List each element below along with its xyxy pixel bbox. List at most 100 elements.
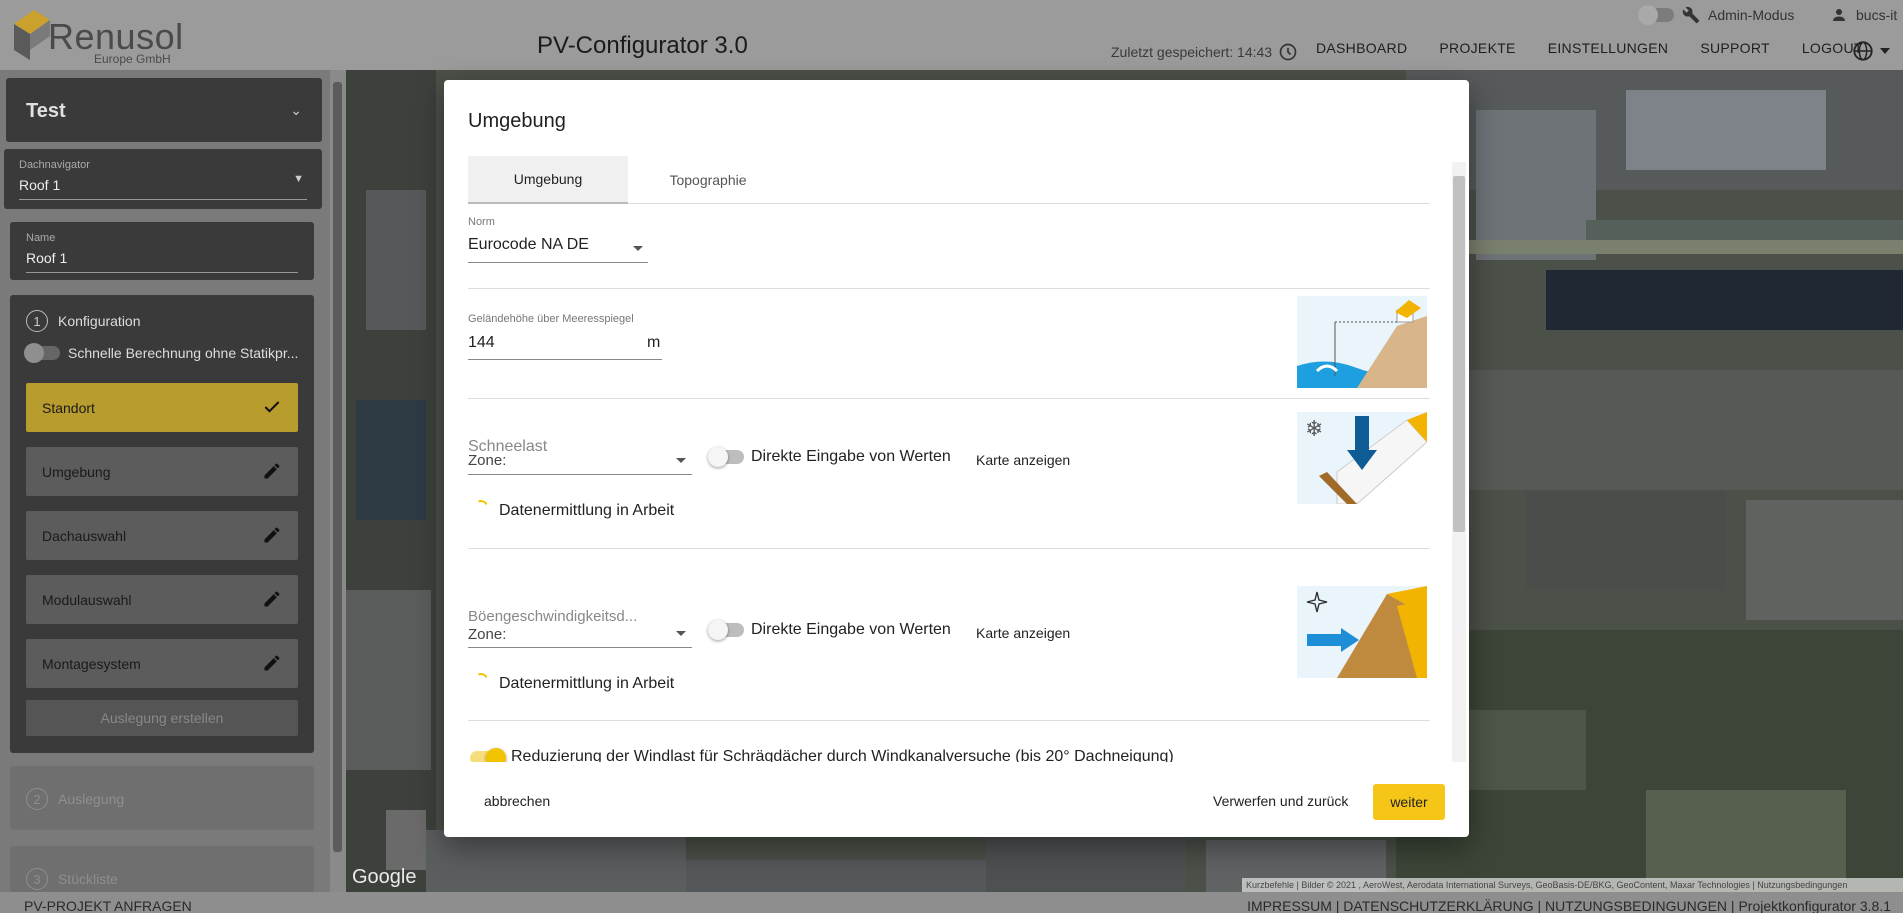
name-value: Roof 1 <box>26 250 68 266</box>
last-saved: Zuletzt gespeichert: 14:43 <box>1111 42 1298 62</box>
nav-support[interactable]: SUPPORT <box>1700 40 1770 56</box>
norm-value[interactable]: Eurocode NA DE <box>468 236 589 254</box>
field-underline <box>19 199 307 200</box>
gust-show-map-button[interactable]: Karte anzeigen <box>976 625 1070 641</box>
elevation-illustration <box>1297 296 1427 388</box>
sidebar-scroll-thumb[interactable] <box>333 82 342 852</box>
pencil-icon <box>264 527 280 543</box>
sidebar-item-umgebung[interactable]: Umgebung <box>26 447 298 496</box>
name-label: Name <box>26 232 56 244</box>
dropdown-arrow-icon[interactable] <box>676 458 686 463</box>
field-underline <box>26 272 298 273</box>
step-label: Auslegung <box>58 791 125 807</box>
step-configuration: 1 Konfiguration Schnelle Berechnung ohne… <box>10 295 314 753</box>
section-divider <box>468 398 1430 399</box>
snow-direct-input-label: Direkte Eingabe von Werten <box>751 448 951 465</box>
sidebar-item-label: Dachauswahl <box>42 527 127 544</box>
section-divider <box>468 288 1430 289</box>
gust-zone-select[interactable]: Zone: <box>468 626 506 643</box>
step-stueckliste[interactable]: 3 Stückliste <box>10 846 314 892</box>
sidebar-item-montagesystem[interactable]: Montagesystem <box>26 639 298 688</box>
project-selector[interactable]: Test ⌄ <box>6 78 322 142</box>
pencil-icon <box>264 463 280 479</box>
elevation-input[interactable]: 144 <box>468 334 495 352</box>
nav-einstellungen[interactable]: EINSTELLUNGEN <box>1548 40 1669 56</box>
wind-reduction-label: Reduzierung der Windlast für Schrägdäche… <box>511 748 1174 762</box>
user-menu[interactable]: bucs-it <box>1830 4 1897 26</box>
last-saved-text: Zuletzt gespeichert: 14:43 <box>1111 44 1273 60</box>
dropdown-arrow-icon: ▼ <box>293 173 304 185</box>
gust-speed-label: Böengeschwindigkeitsd... <box>468 608 638 625</box>
section-divider <box>468 548 1430 549</box>
admin-switch[interactable] <box>1638 5 1674 25</box>
sidebar-item-dachauswahl[interactable]: Dachauswahl <box>26 511 298 560</box>
step-header: 3 Stückliste <box>26 868 118 890</box>
roof-name-field[interactable]: Name Roof 1 <box>10 222 314 280</box>
map-attribution: Kurzbefehle | Bilder © 2021 , AeroWest, … <box>1242 878 1903 892</box>
app-header: Renusol Europe GmbH PV-Configurator 3.0 … <box>0 0 1903 70</box>
dropdown-arrow-icon[interactable] <box>676 631 686 636</box>
step-label: Konfiguration <box>58 313 141 329</box>
snow-loading-text: Datenermittlung in Arbeit <box>499 502 675 519</box>
cancel-button[interactable]: abbrechen <box>484 793 550 809</box>
wind-reduction-switch[interactable] <box>470 748 506 762</box>
chevron-down-icon <box>1880 48 1890 54</box>
snow-zone-select[interactable]: Zone: <box>468 452 506 469</box>
roof-navigator-select[interactable]: Dachnavigator Roof 1 ▼ <box>4 149 322 209</box>
section-divider <box>468 720 1430 721</box>
quick-calc-toggle[interactable]: Schnelle Berechnung ohne Statikpr... <box>24 343 299 363</box>
step-number: 3 <box>26 868 48 890</box>
admin-mode-toggle[interactable]: Admin-Modus <box>1638 4 1794 26</box>
environment-dialog: Umgebung Umgebung Topographie Norm Euroc… <box>444 80 1469 837</box>
sidebar-item-modulauswahl[interactable]: Modulauswahl <box>26 575 298 624</box>
logo-subtitle: Europe GmbH <box>94 52 171 66</box>
step-header[interactable]: 1 Konfiguration <box>26 310 141 332</box>
check-icon <box>264 401 280 413</box>
clock-icon <box>1279 43 1297 61</box>
elevation-label: Geländehöhe über Meeresspiegel <box>468 313 634 325</box>
gust-zone-underline <box>468 647 692 648</box>
sidebar-item-label: Standort <box>42 399 95 416</box>
footer: PV-PROJEKT ANFRAGEN IMPRESSUM | DATENSCH… <box>0 892 1903 913</box>
sidebar-item-label: Umgebung <box>42 463 111 480</box>
renusol-logo[interactable]: Renusol Europe GmbH <box>10 4 183 66</box>
loading-spinner-icon <box>472 498 490 516</box>
dialog-scroll-thumb[interactable] <box>1453 176 1465 532</box>
nav-dashboard[interactable]: DASHBOARD <box>1316 40 1407 56</box>
main-nav: DASHBOARD PROJEKTE EINSTELLUNGEN SUPPORT… <box>1316 40 1863 56</box>
norm-underline <box>468 262 648 263</box>
dialog-tabs: Umgebung Topographie <box>468 156 1430 204</box>
tab-topographie[interactable]: Topographie <box>628 156 788 204</box>
step-number: 1 <box>26 310 48 332</box>
user-label: bucs-it <box>1856 7 1898 23</box>
gust-loading-text: Datenermittlung in Arbeit <box>499 675 675 692</box>
step-auslegung[interactable]: 2 Auslegung <box>10 766 314 830</box>
sidebar-item-standort[interactable]: Standort <box>26 383 298 432</box>
elevation-underline <box>468 359 662 360</box>
app-title: PV-Configurator 3.0 <box>537 32 748 59</box>
quick-calc-switch[interactable] <box>24 343 60 363</box>
tab-umgebung[interactable]: Umgebung <box>468 156 628 204</box>
gust-direct-input-switch[interactable] <box>708 620 744 640</box>
next-button[interactable]: weiter <box>1373 784 1445 820</box>
dialog-body: Umgebung Topographie Norm Eurocode NA DE… <box>444 156 1469 762</box>
request-project-link[interactable]: PV-PROJEKT ANFRAGEN <box>24 898 192 913</box>
snow-show-map-button[interactable]: Karte anzeigen <box>976 452 1070 468</box>
snow-zone-underline <box>468 474 692 475</box>
snow-direct-input-switch[interactable] <box>708 447 744 467</box>
dialog-title: Umgebung <box>468 110 566 132</box>
footer-links[interactable]: IMPRESSUM | DATENSCHUTZERKLÄRUNG | NUTZU… <box>1247 898 1891 913</box>
discard-and-back-button[interactable]: Verwerfen und zurück <box>1213 793 1348 809</box>
quick-calc-label: Schnelle Berechnung ohne Statikpr... <box>68 345 299 361</box>
roof-navigator-label: Dachnavigator <box>19 159 90 171</box>
step-label: Stückliste <box>58 871 118 887</box>
language-selector[interactable] <box>1852 40 1890 62</box>
google-logo: Google <box>352 866 417 888</box>
dropdown-arrow-icon[interactable] <box>633 246 643 251</box>
step-number: 2 <box>26 788 48 810</box>
elevation-unit: m <box>647 334 661 351</box>
snow-load-illustration: ❄ <box>1297 412 1427 504</box>
nav-projekte[interactable]: PROJEKTE <box>1439 40 1515 56</box>
loading-spinner-icon <box>472 671 490 689</box>
create-layout-button[interactable]: Auslegung erstellen <box>26 700 298 736</box>
